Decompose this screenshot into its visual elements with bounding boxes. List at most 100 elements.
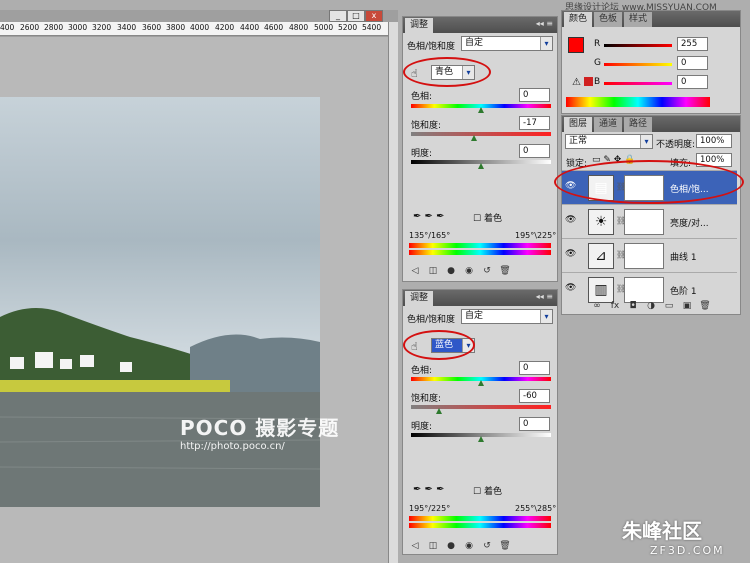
lightness-label: 明度:: [411, 149, 433, 159]
preset-select[interactable]: 自定: [461, 309, 553, 324]
eye-icon[interactable]: 👁: [565, 283, 576, 293]
lightness-slider-thumb[interactable]: [478, 163, 484, 169]
tab-adjustments[interactable]: 调整: [405, 18, 434, 33]
visibility-icon[interactable]: ◉: [462, 541, 476, 551]
opacity-label: 不透明度:: [656, 140, 696, 150]
ruler-label: 3800: [166, 23, 186, 32]
colorize-label: 着色: [483, 214, 502, 224]
blend-mode-select[interactable]: 正常: [565, 134, 653, 149]
ruler-label: 3600: [142, 23, 162, 32]
highlight-circle: [403, 57, 491, 87]
link-icon[interactable]: ∞: [590, 301, 604, 311]
ruler-label: 4200: [215, 23, 235, 32]
saturation-input[interactable]: -60: [519, 389, 550, 403]
collapse-icon[interactable]: ◂◂ ≡: [536, 292, 553, 301]
reset-icon[interactable]: ↺: [480, 541, 494, 551]
adjustments-panel-1: 调整◂◂ ≡ 色相/饱和度 自定 ☝ 青色 色相: 0 饱和度: -17 明度:…: [402, 16, 558, 282]
layers-tabbar: 图层 通道 路径: [562, 116, 740, 132]
tab-styles[interactable]: 样式: [624, 12, 653, 27]
layer-name: 色阶 1: [670, 287, 697, 297]
trash-icon[interactable]: 🗑: [498, 266, 512, 276]
hue-input[interactable]: 0: [519, 361, 550, 375]
preset-select[interactable]: 自定: [461, 36, 553, 51]
b-input[interactable]: 0: [677, 75, 708, 89]
mask-icon[interactable]: ◘: [626, 301, 640, 311]
layer-icon[interactable]: ◫: [426, 541, 440, 551]
highlight-circle: [554, 160, 744, 204]
range-bar-top[interactable]: [409, 243, 551, 248]
colorize-checkbox[interactable]: ☐ 着色: [473, 484, 502, 497]
eye-icon[interactable]: 👁: [565, 249, 576, 259]
close-button[interactable]: x: [365, 10, 383, 22]
lightness-input[interactable]: 0: [519, 144, 550, 158]
tab-channels[interactable]: 通道: [594, 117, 623, 132]
saturation-slider-thumb[interactable]: [436, 408, 442, 414]
layers-footer-toolbar: ∞ fx ◘ ◑ ▭ ▣ 🗑: [585, 298, 712, 314]
layer-mask[interactable]: [624, 209, 664, 235]
eyedropper-icon[interactable]: ✒ ✒ ✒: [413, 484, 445, 495]
foreground-color-swatch[interactable]: [568, 37, 584, 53]
colorize-checkbox[interactable]: ☐ 着色: [473, 211, 502, 224]
g-slider[interactable]: [604, 63, 672, 66]
range-bar-bottom: [409, 523, 551, 528]
trash-icon[interactable]: 🗑: [498, 541, 512, 551]
layer-row[interactable]: 👁 ⊿ ⛓ 曲线 1: [562, 238, 737, 272]
hue-input[interactable]: 0: [519, 88, 550, 102]
tab-layers[interactable]: 图层: [564, 117, 593, 132]
g-label: G: [594, 58, 601, 68]
tab-adjustments[interactable]: 调整: [405, 291, 434, 306]
canvas-area[interactable]: POCO 摄影专题 http://photo.poco.cn/: [0, 37, 388, 563]
layer-icon[interactable]: ◫: [426, 266, 440, 276]
lightness-slider-thumb[interactable]: [478, 436, 484, 442]
back-icon[interactable]: ◁: [408, 266, 422, 276]
warning-icon[interactable]: ⚠: [572, 77, 581, 88]
brand-url: ZF3D.COM: [650, 544, 725, 557]
panel-tabbar: 调整 ◂◂ ≡: [403, 290, 557, 306]
layer-mask[interactable]: [624, 243, 664, 269]
vertical-scrollbar[interactable]: [388, 22, 398, 563]
saturation-slider[interactable]: [411, 405, 551, 409]
saturation-slider-thumb[interactable]: [471, 135, 477, 141]
saturation-slider[interactable]: [411, 132, 551, 136]
r-slider[interactable]: [604, 44, 672, 47]
maximize-button[interactable]: □: [347, 10, 365, 22]
saturation-label: 饱和度:: [411, 121, 442, 131]
trash-icon[interactable]: 🗑: [698, 301, 712, 311]
color-spectrum[interactable]: [566, 97, 710, 107]
lightness-input[interactable]: 0: [519, 417, 550, 431]
fx-icon[interactable]: fx: [608, 301, 622, 311]
collapse-icon[interactable]: ◂◂ ≡: [536, 19, 553, 28]
ruler-label: 4400: [240, 23, 260, 32]
minimize-button[interactable]: _: [329, 10, 347, 22]
gamut-swatch[interactable]: [584, 77, 593, 86]
clip-icon[interactable]: ●: [444, 266, 458, 276]
folder-icon[interactable]: ▭: [662, 301, 676, 311]
eye-icon[interactable]: 👁: [565, 215, 576, 225]
clip-icon[interactable]: ●: [444, 541, 458, 551]
adjustment-title: 色相/饱和度: [407, 42, 456, 52]
tab-color[interactable]: 颜色: [564, 12, 593, 27]
hue-slider-thumb[interactable]: [478, 107, 484, 113]
saturation-input[interactable]: -17: [519, 116, 550, 130]
b-label: B: [594, 77, 601, 87]
new-layer-icon[interactable]: ▣: [680, 301, 694, 311]
tab-swatches[interactable]: 色板: [594, 12, 623, 27]
layer-row[interactable]: 👁 ☀ ⛓ 亮度/对...: [562, 204, 737, 238]
hue-slider-thumb[interactable]: [478, 380, 484, 386]
tab-paths[interactable]: 路径: [624, 117, 653, 132]
highlight-circle: [403, 330, 475, 360]
back-icon[interactable]: ◁: [408, 541, 422, 551]
adjust-icon[interactable]: ◑: [644, 301, 658, 311]
range-left: 135°/165°: [409, 231, 451, 240]
range-bar-top[interactable]: [409, 516, 551, 521]
r-input[interactable]: 255: [677, 37, 708, 51]
window-controls: _ □ x: [329, 10, 383, 22]
range-bar-bottom: [409, 250, 551, 255]
b-slider[interactable]: [604, 82, 672, 85]
visibility-icon[interactable]: ◉: [462, 266, 476, 276]
g-input[interactable]: 0: [677, 56, 708, 70]
eyedropper-icon[interactable]: ✒ ✒ ✒: [413, 211, 445, 222]
reset-icon[interactable]: ↺: [480, 266, 494, 276]
opacity-input[interactable]: 100%: [696, 134, 732, 148]
color-panel: 颜色 色板 样式 ⚠ R G B 255 0 0: [561, 10, 741, 114]
